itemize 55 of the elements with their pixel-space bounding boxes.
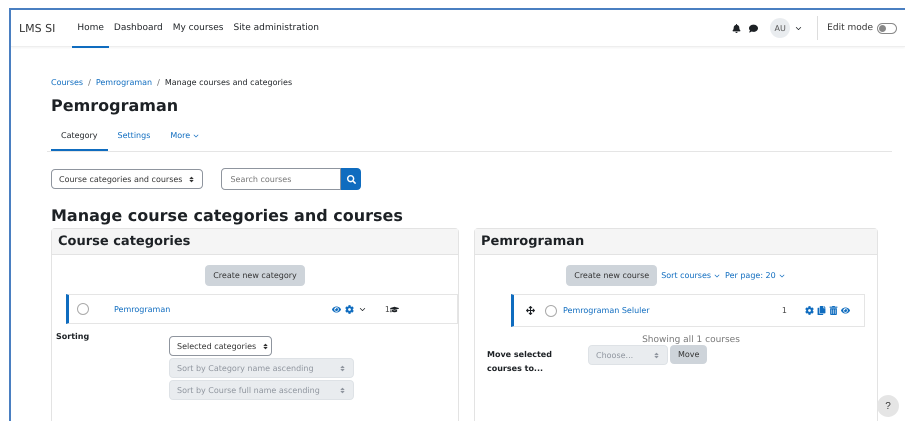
graduation-cap-icon xyxy=(390,304,399,314)
search-field[interactable]: Search courses xyxy=(221,168,342,190)
page-title: Pemrograman xyxy=(51,96,180,115)
nav-link[interactable]: Site administration xyxy=(228,10,324,48)
gear-icon[interactable] xyxy=(805,306,814,315)
bell-icon[interactable] xyxy=(732,24,742,32)
view-select[interactable]: Course categories and courses xyxy=(51,169,204,189)
category-link[interactable]: Pemrograman xyxy=(114,304,170,314)
up-down-arrows-icon xyxy=(653,352,660,358)
row-checkbox[interactable] xyxy=(77,303,89,315)
panel-title: Course categories xyxy=(52,229,458,255)
course-link[interactable]: Pemrograman Seluler xyxy=(563,306,650,315)
sort-scope-select[interactable]: Selected categories xyxy=(169,336,272,356)
up-down-arrows-icon xyxy=(262,342,270,350)
tab[interactable]: Category xyxy=(51,125,108,151)
user-avatar[interactable]: AU xyxy=(770,18,790,38)
eye-icon[interactable] xyxy=(841,306,850,315)
row-checkbox[interactable] xyxy=(545,304,557,316)
chat-icon[interactable] xyxy=(749,24,758,32)
edit-mode-label: Edit mode xyxy=(827,23,873,33)
breadcrumb-item: Manage courses and categories xyxy=(164,78,292,87)
tab[interactable]: Settings xyxy=(108,125,160,151)
nav-link[interactable]: Dashboard xyxy=(108,10,168,48)
course-count: 1 xyxy=(782,306,787,315)
up-down-arrows-icon xyxy=(339,364,346,372)
per-page-link[interactable]: Per page: 20 xyxy=(725,271,786,280)
site-brand[interactable]: LMS SI xyxy=(19,22,56,34)
move-button[interactable]: Move xyxy=(670,345,708,364)
breadcrumb-item[interactable]: Pemrograman xyxy=(96,78,152,87)
create-course-button[interactable]: Create new course xyxy=(566,265,658,286)
panel-title: Pemrograman xyxy=(475,229,877,255)
gear-icon[interactable] xyxy=(344,304,354,314)
sorting-label: Sorting xyxy=(56,332,90,343)
move-icon[interactable] xyxy=(526,306,535,315)
edit-mode-toggle[interactable] xyxy=(877,22,897,34)
search-button[interactable] xyxy=(341,168,362,190)
section-heading: Manage course categories and courses xyxy=(51,206,404,225)
help-button[interactable]: ? xyxy=(877,395,899,417)
copy-icon[interactable] xyxy=(817,306,826,315)
up-down-arrows-icon xyxy=(339,386,346,394)
create-category-button[interactable]: Create new category xyxy=(205,265,305,286)
breadcrumb-item[interactable]: Courses xyxy=(51,78,84,87)
search-icon xyxy=(346,174,356,184)
sort-courses-link[interactable]: Sort courses xyxy=(661,271,722,280)
nav-link[interactable]: My courses xyxy=(168,10,228,48)
move-courses-label: Move selected courses to... xyxy=(487,349,553,375)
breadcrumb-separator: / xyxy=(88,78,91,87)
nav-link[interactable]: Home xyxy=(72,10,109,48)
up-down-arrows-icon xyxy=(188,176,196,182)
tab[interactable]: More xyxy=(160,125,210,151)
course-count: 1 xyxy=(384,304,390,314)
trash-icon[interactable] xyxy=(829,306,838,315)
breadcrumb-separator: / xyxy=(157,78,160,87)
eye-icon[interactable] xyxy=(332,304,341,314)
showing-count-text: Showing all 1 courses xyxy=(642,335,740,345)
